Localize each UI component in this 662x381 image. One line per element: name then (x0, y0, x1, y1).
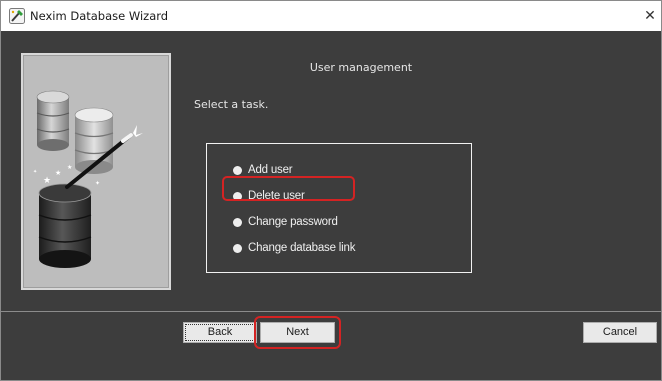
radio-change-password[interactable] (233, 217, 242, 227)
svg-text:★: ★ (43, 176, 51, 186)
title-bar: Nexim Database Wizard ✕ (1, 1, 661, 31)
option-change-database-link-label: Change database link (248, 242, 356, 254)
svg-text:★: ★ (67, 164, 72, 171)
instruction-text: Select a task. (194, 98, 269, 111)
back-button[interactable]: Back (183, 322, 257, 343)
svg-text:✦: ✦ (33, 169, 37, 175)
wizard-window: Nexim Database Wizard ✕ ★ ★ ★ ✦ ✦ User m… (0, 0, 662, 381)
wizard-wand-icon (9, 8, 25, 24)
database-wand-illustration: ★ ★ ★ ✦ ✦ (33, 90, 143, 268)
option-change-password-label: Change password (248, 216, 338, 228)
next-button[interactable]: Next (260, 322, 335, 343)
radio-change-database-link[interactable] (233, 243, 242, 253)
radio-add-user[interactable] (233, 165, 242, 175)
option-add-user-label: Add user (248, 164, 293, 176)
svg-text:★: ★ (55, 169, 61, 177)
option-change-password[interactable]: Change password (233, 213, 344, 231)
task-options-group: Add user Delete user Change password Cha… (206, 143, 472, 273)
page-heading: User management (309, 61, 413, 74)
window-title: Nexim Database Wizard (30, 9, 169, 23)
option-add-user[interactable]: Add user (233, 161, 298, 179)
footer-separator (1, 311, 661, 312)
option-delete-user-label: Delete user (248, 190, 305, 202)
wizard-illustration: ★ ★ ★ ✦ ✦ (21, 53, 171, 290)
cancel-button[interactable]: Cancel (583, 322, 657, 343)
close-icon[interactable]: ✕ (639, 1, 661, 31)
svg-text:✦: ✦ (95, 180, 100, 187)
option-change-database-link[interactable]: Change database link (233, 239, 361, 257)
option-delete-user[interactable]: Delete user (233, 187, 311, 205)
radio-delete-user[interactable] (233, 191, 242, 201)
